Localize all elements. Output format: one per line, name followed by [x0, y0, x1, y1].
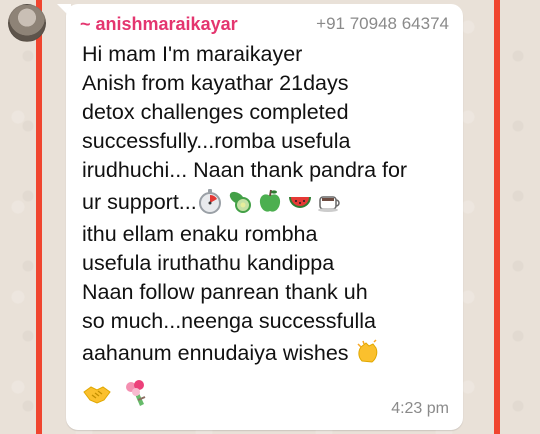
clapping-hands-emoji [355, 339, 381, 365]
message-timestamp: 4:23 pm [391, 400, 449, 417]
sender-phone[interactable]: +91 70948 64374 [316, 14, 449, 34]
message-line-with-emojis: ur support... [82, 185, 451, 220]
message-line: Naan follow panrean thank uh [82, 280, 368, 304]
message-line: Hi mam I'm maraikayer [82, 42, 303, 66]
cucumber-emoji [227, 188, 253, 214]
message-line-with-emojis: aahanum ennudaiya wishes [82, 336, 451, 371]
green-apple-emoji [257, 188, 283, 214]
message-bubble[interactable]: ~ anishmaraikayar +91 70948 64374 Hi mam… [66, 4, 463, 430]
highlight-frame-right [494, 0, 500, 434]
message-line: detox challenges completed [82, 100, 349, 124]
sender-avatar[interactable] [8, 4, 46, 42]
stopwatch-emoji [197, 188, 223, 214]
message-line: usefula iruthathu kandippa [82, 251, 335, 275]
sender-header: ~ anishmaraikayar +91 70948 64374 [80, 12, 449, 36]
sender-name[interactable]: ~ anishmaraikayar [80, 14, 238, 35]
handshake-emoji [82, 378, 112, 408]
message-line: Anish from kayathar 21days [82, 71, 349, 95]
message-line: irudhuchi... Naan thank pandra for [82, 158, 408, 182]
highlight-frame-left [36, 0, 42, 434]
hot-beverage-emoji [317, 188, 343, 214]
message-line: aahanum ennudaiya wishes [82, 341, 349, 365]
message-line: ithu ellam enaku rombha [82, 222, 318, 246]
message-text: Hi mam I'm maraikayer Anish from kayatha… [82, 40, 451, 371]
closing-emojis [82, 378, 156, 408]
bouquet-emoji [122, 378, 152, 408]
watermelon-emoji [287, 188, 313, 214]
message-line: ur support... [82, 190, 197, 214]
message-line: successfully...romba usefula [82, 129, 351, 153]
message-line: so much...neenga successfulla [82, 309, 376, 333]
